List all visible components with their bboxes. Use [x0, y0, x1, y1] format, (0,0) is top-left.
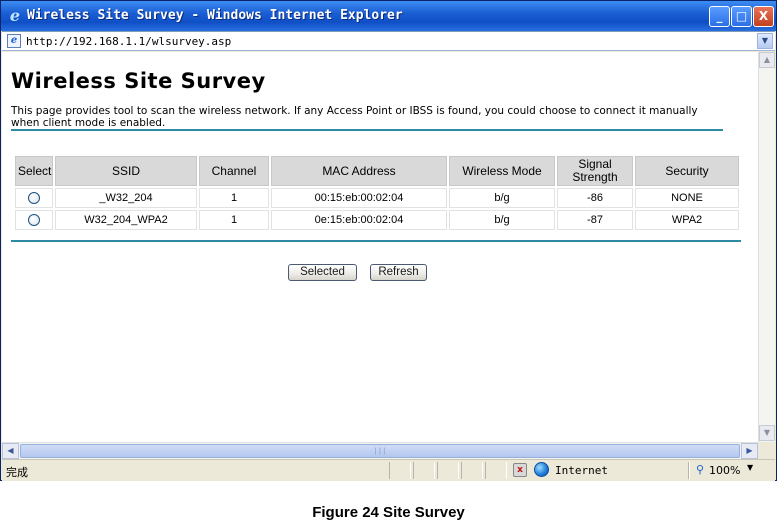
divider-bottom — [11, 240, 741, 242]
scroll-corner — [758, 442, 775, 459]
status-separator — [688, 462, 690, 479]
page-title: Wireless Site Survey — [11, 69, 266, 93]
status-cell — [437, 462, 459, 479]
browser-window: e Wireless Site Survey - Windows Interne… — [0, 0, 777, 481]
table-row: W32_204_WPA2 1 0e:15:eb:00:02:04 b/g -87… — [15, 210, 739, 230]
col-ssid: SSID — [55, 156, 197, 186]
channel-cell: 1 — [199, 210, 269, 230]
zoom-icon[interactable]: ⚲ — [696, 463, 704, 476]
status-cell — [389, 462, 411, 479]
horizontal-scrollbar[interactable]: ◀ ||| ▶ — [2, 442, 758, 459]
page-icon: e — [7, 34, 21, 48]
title-bar[interactable]: e Wireless Site Survey - Windows Interne… — [1, 1, 776, 31]
col-security: Security — [635, 156, 739, 186]
mac-cell: 0e:15:eb:00:02:04 — [271, 210, 447, 230]
zone-label: Internet — [555, 464, 608, 477]
refresh-button[interactable]: Refresh — [370, 264, 427, 281]
status-text: 完成 — [6, 466, 28, 479]
address-bar[interactable]: e http://192.168.1.1/wlsurvey.asp ▼ — [2, 31, 775, 51]
zoom-dropdown-icon[interactable]: ▼ — [747, 463, 753, 472]
scroll-up-icon[interactable]: ▲ — [759, 52, 775, 68]
page-description: This page provides tool to scan the wire… — [11, 105, 698, 129]
channel-cell: 1 — [199, 188, 269, 208]
window-title: Wireless Site Survey - Windows Internet … — [27, 8, 403, 23]
status-cell — [413, 462, 435, 479]
mode-cell: b/g — [449, 188, 555, 208]
minimize-button[interactable]: _ — [709, 6, 730, 27]
scroll-right-icon[interactable]: ▶ — [741, 443, 758, 459]
col-select: Select — [15, 156, 53, 186]
select-cell — [15, 210, 53, 230]
select-radio-1[interactable] — [28, 192, 40, 205]
divider-top — [11, 129, 723, 131]
mac-cell: 00:15:eb:00:02:04 — [271, 188, 447, 208]
scroll-down-icon[interactable]: ▼ — [759, 425, 775, 441]
maximize-button[interactable]: □ — [731, 6, 752, 27]
scroll-left-icon[interactable]: ◀ — [2, 443, 19, 459]
security-cell: WPA2 — [635, 210, 739, 230]
figure-caption: Figure 24 Site Survey — [312, 504, 465, 521]
security-cell: NONE — [635, 188, 739, 208]
status-bar: 完成 x Internet ⚲ 100% ▼ — [2, 459, 775, 481]
ssid-cell: W32_204_WPA2 — [55, 210, 197, 230]
address-url[interactable]: http://192.168.1.1/wlsurvey.asp — [26, 35, 231, 48]
selected-button[interactable]: Selected — [288, 264, 357, 281]
address-dropdown-icon[interactable]: ▼ — [757, 33, 773, 49]
col-channel: Channel — [199, 156, 269, 186]
table-header-row: Select SSID Channel MAC Address Wireless… — [15, 156, 739, 186]
ie-logo-icon: e — [9, 6, 21, 25]
security-zone-icon[interactable]: x — [513, 463, 527, 477]
col-mac-address: MAC Address — [271, 156, 447, 186]
scroll-thumb[interactable]: ||| — [20, 444, 740, 458]
status-cell — [485, 462, 507, 479]
page-content: Wireless Site Survey This page provides … — [2, 52, 758, 442]
select-radio-2[interactable] — [28, 214, 40, 227]
signal-cell: -87 — [557, 210, 633, 230]
status-cell — [461, 462, 483, 479]
vertical-scrollbar[interactable]: ▲ ▼ — [758, 52, 775, 442]
select-cell — [15, 188, 53, 208]
col-signal-strength: Signal Strength — [557, 156, 633, 186]
mode-cell: b/g — [449, 210, 555, 230]
site-survey-table: Select SSID Channel MAC Address Wireless… — [13, 154, 741, 232]
ssid-cell: _W32_204 — [55, 188, 197, 208]
close-button[interactable]: X — [753, 6, 774, 27]
table-row: _W32_204 1 00:15:eb:00:02:04 b/g -86 NON… — [15, 188, 739, 208]
signal-cell: -86 — [557, 188, 633, 208]
zoom-level[interactable]: 100% — [709, 464, 740, 477]
globe-icon — [534, 462, 549, 477]
col-wireless-mode: Wireless Mode — [449, 156, 555, 186]
